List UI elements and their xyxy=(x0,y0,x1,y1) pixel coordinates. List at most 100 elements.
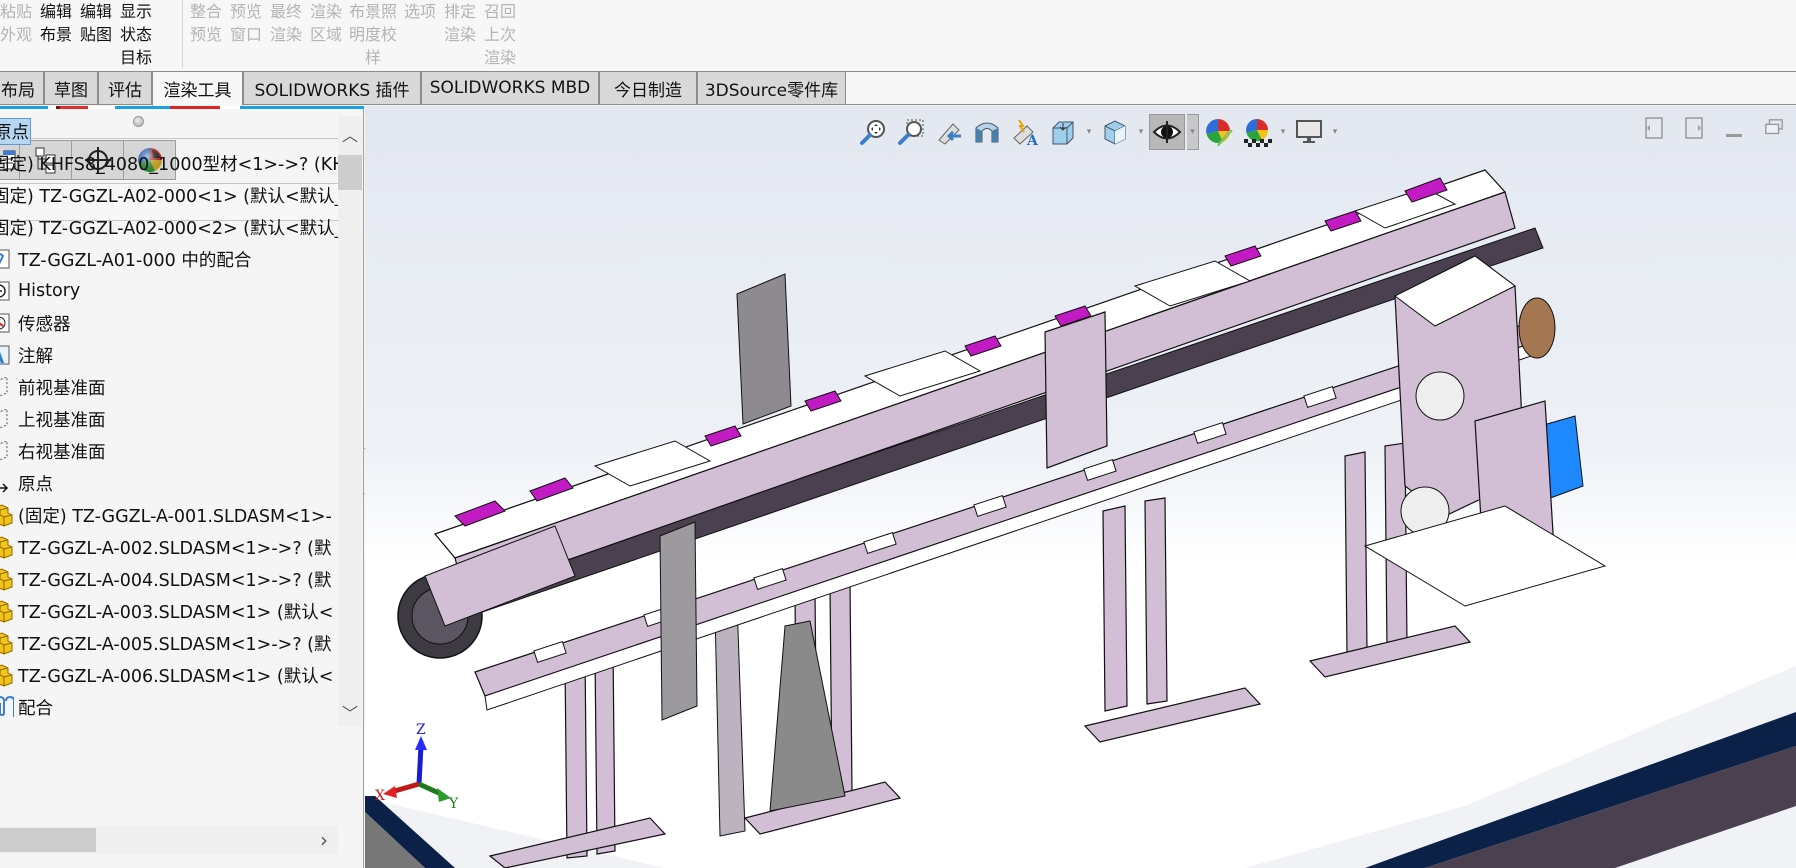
ribbon-button[interactable]: 排定 渲染 xyxy=(440,0,480,69)
zoom-to-fit-button[interactable] xyxy=(855,114,891,150)
display-style-button[interactable] xyxy=(1097,114,1133,150)
display-style-icon xyxy=(1104,120,1126,145)
ribbon-button[interactable]: 编辑 贴图 xyxy=(76,0,116,69)
view-orientation-button[interactable] xyxy=(1045,114,1081,150)
scroll-thumb[interactable] xyxy=(338,155,362,190)
tile-right-button[interactable] xyxy=(1684,117,1704,139)
hide-show-items-button[interactable] xyxy=(1149,114,1185,150)
tree-item[interactable]: TZ-GGZL-A-004.SLDASM<1>->? (默 xyxy=(0,564,332,594)
ribbon-button-label: 渲染 xyxy=(443,25,476,44)
tab-1[interactable]: 草图 xyxy=(44,72,98,105)
ribbon-button-label: 编辑 xyxy=(39,2,72,21)
ribbon-button[interactable]: 编辑 布景 xyxy=(36,0,76,69)
apply-scene-button[interactable] xyxy=(1239,114,1275,150)
ribbon-button[interactable]: 选项 xyxy=(400,0,440,69)
apply-scene-dropdown[interactable]: ▾ xyxy=(1277,114,1289,150)
restore-icon xyxy=(1765,119,1783,135)
tile-left-button[interactable] xyxy=(1644,117,1664,139)
tree-item[interactable]: 原点 xyxy=(0,468,53,498)
tree-item-label: 固定) TZ-GGZL-A02-000<1> (默认<默认_ xyxy=(0,186,338,207)
view-settings-dropdown[interactable]: ▾ xyxy=(1329,114,1341,150)
tab-0[interactable]: 布局 xyxy=(0,72,44,105)
tree-item[interactable]: TZ-GGZL-A01-000 中的配合 xyxy=(0,244,251,274)
edit-appearance-button[interactable] xyxy=(1201,114,1237,150)
triad-y-label: Y xyxy=(449,796,459,812)
ribbon-button-label: 目标 xyxy=(119,48,152,67)
command-manager-ribbon: 粘贴 外观 编辑 布景 编辑 贴图 显示 状态 目标 整合 预览 预览 窗口 最终 渲染 渲染 区域 布景照 明度… xyxy=(0,0,1796,72)
ribbon-button-label: 明度校 xyxy=(349,25,398,44)
annotation-icon: A xyxy=(0,343,14,367)
tree-item[interactable]: (固定) TZ-GGZL-A-001.SLDASM<1>- xyxy=(0,500,332,530)
ribbon-button[interactable]: 粘贴 外观 xyxy=(0,0,36,69)
scroll-up-button[interactable]: ︿ xyxy=(338,120,362,148)
assembly-icon xyxy=(0,535,14,559)
ribbon-button[interactable]: 召回 上次 渲染 xyxy=(480,0,520,69)
ribbon-button-label: 样 xyxy=(364,48,381,67)
tab-4[interactable]: SOLIDWORKS 插件 xyxy=(243,72,421,105)
tree-item-label: TZ-GGZL-A-003.SLDASM<1> (默认< xyxy=(18,602,334,623)
view-orientation-dropdown[interactable]: ▾ xyxy=(1083,114,1095,150)
tab-3[interactable]: 渲染工具 xyxy=(152,72,243,106)
display-style-dropdown[interactable]: ▾ xyxy=(1135,114,1147,150)
ribbon-button-label: 外观 xyxy=(0,25,32,44)
origin-icon xyxy=(0,471,14,495)
tree-item[interactable]: History xyxy=(0,276,80,306)
magenta-clamps xyxy=(454,177,1448,527)
tree-item-label: 固定) TZ-GGZL-A02-000<2> (默认<默认_ xyxy=(0,218,338,239)
scroll-right-button[interactable]: › xyxy=(312,826,336,854)
ribbon-button[interactable]: 整合 预览 xyxy=(186,0,226,69)
tree-horizontal-scrollbar[interactable]: › xyxy=(0,826,338,854)
tree-item-label: TZ-GGZL-A-004.SLDASM<1>->? (默 xyxy=(18,570,332,591)
svg-text:A: A xyxy=(1026,133,1039,146)
monitor-icon xyxy=(1296,120,1322,143)
tab-6[interactable]: 今日制造 xyxy=(599,72,697,105)
tab-7[interactable]: 3DSource零件库 xyxy=(697,72,846,105)
tree-item-label: 注解 xyxy=(18,346,53,367)
tree-item[interactable]: A注解 xyxy=(0,340,53,370)
tree-item[interactable]: 右视基准面 xyxy=(0,436,106,466)
tree-item[interactable]: TZ-GGZL-A-006.SLDASM<1> (默认< xyxy=(0,660,333,690)
assembly-model-3d[interactable] xyxy=(365,106,1796,868)
scroll-down-button[interactable]: ﹀ xyxy=(338,698,362,726)
tree-item[interactable]: 配合 xyxy=(0,692,53,722)
horizontal-scroll-thumb[interactable] xyxy=(0,828,96,852)
tree-item[interactable]: 固定) TZ-GGZL-A02-000<1> (默认<默认_ xyxy=(0,180,338,210)
ribbon-button[interactable]: 最终 渲染 xyxy=(266,0,306,69)
tree-item[interactable]: 上视基准面 xyxy=(0,404,106,434)
ribbon-button[interactable]: 预览 窗口 xyxy=(226,0,266,69)
tree-item[interactable]: TZ-GGZL-A-002.SLDASM<1>->? (默 xyxy=(0,532,332,562)
ribbon-button[interactable]: 布景照 明度校样 xyxy=(346,0,400,69)
edit-appearance-icon xyxy=(1206,119,1233,147)
zoom-to-area-button[interactable] xyxy=(893,114,929,150)
tree-item-label: 固定) KHFS8_4080_1000型材<1>->? (KH xyxy=(0,154,338,175)
tree-item[interactable]: TZ-GGZL-A-003.SLDASM<1> (默认< xyxy=(0,596,333,626)
ribbon-button-label: 预览 xyxy=(189,25,222,44)
tab-5[interactable]: SOLIDWORKS MBD xyxy=(421,72,599,105)
section-view-button[interactable] xyxy=(969,114,1005,150)
tree-item-label: 原点 xyxy=(0,117,31,145)
view-settings-button[interactable] xyxy=(1291,114,1327,150)
graphics-area[interactable]: A ▾ ▾ ▾ ▾ ▾ Z X Y xyxy=(365,106,1796,868)
hide-show-items-dropdown[interactable]: ▾ xyxy=(1187,114,1199,150)
restore-button[interactable] xyxy=(1764,118,1784,138)
tree-item[interactable]: 固定) KHFS8_4080_1000型材<1>->? (KH xyxy=(0,148,338,178)
ribbon-button-label: 窗口 xyxy=(229,25,262,44)
dynamic-annotation-icon: A xyxy=(1013,119,1039,146)
ribbon-button[interactable]: 显示 状态 目标 xyxy=(116,0,156,69)
tree-item[interactable]: TZ-GGZL-A-005.SLDASM<1>->? (默 xyxy=(0,628,332,658)
tree-item[interactable]: 原点 xyxy=(0,116,31,146)
dynamic-annotation-views-button[interactable]: A xyxy=(1007,114,1043,150)
ribbon-button[interactable]: 渲染 区域 xyxy=(306,0,346,69)
tree-item[interactable]: 固定) TZ-GGZL-A02-000<3> (默认<默认_ xyxy=(0,724,338,726)
tree-item[interactable]: 传感器 xyxy=(0,308,71,338)
tab-2[interactable]: 评估 xyxy=(98,72,152,105)
previous-view-button[interactable] xyxy=(931,114,967,150)
minimize-button[interactable] xyxy=(1724,118,1744,138)
tree-item-label: 前视基准面 xyxy=(18,378,106,399)
ribbon-group-render: 整合 预览 预览 窗口 最终 渲染 渲染 区域 布景照 明度校样选项 排定 渲染 召回 上次 渲染 xyxy=(186,0,520,69)
mates-icon xyxy=(0,695,14,719)
tree-vertical-scrollbar[interactable]: ︿ ﹀ xyxy=(338,116,362,726)
tree-item[interactable]: 前视基准面 xyxy=(0,372,106,402)
triad-z-label: Z xyxy=(416,722,426,738)
tree-item[interactable]: 固定) TZ-GGZL-A02-000<2> (默认<默认_ xyxy=(0,212,338,242)
